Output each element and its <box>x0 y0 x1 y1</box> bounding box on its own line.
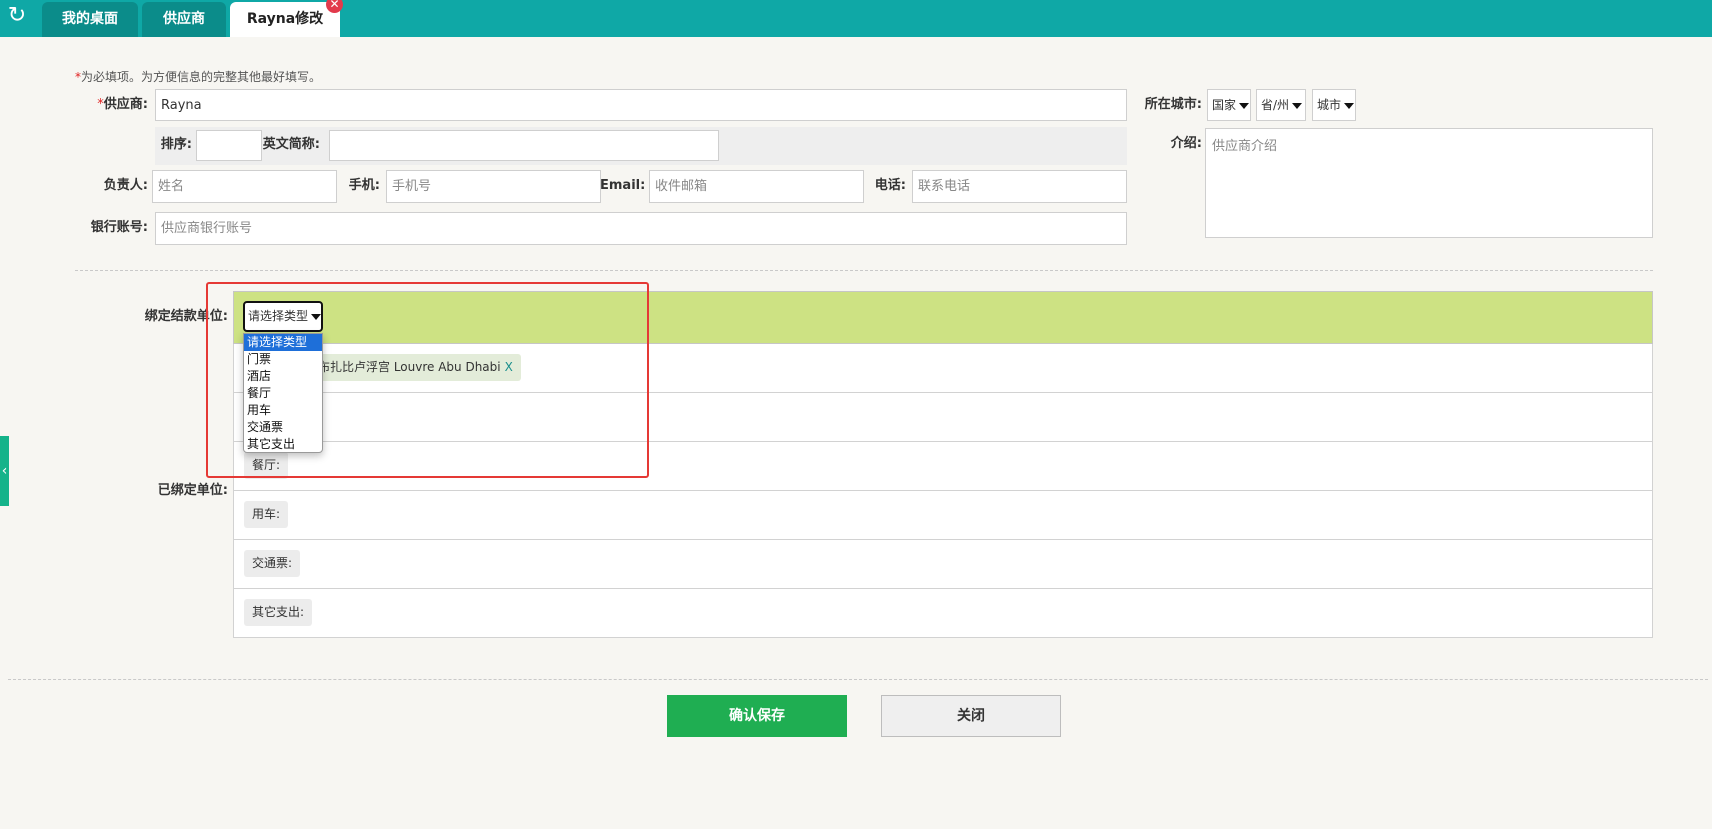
section-divider <box>75 270 1653 271</box>
category-pill-other: 其它支出: <box>244 599 313 626</box>
sort-input[interactable] <box>196 130 262 161</box>
bound-row-transport <box>233 540 1653 589</box>
intro-textarea[interactable] <box>1205 128 1653 238</box>
email-label: Email: <box>600 178 646 193</box>
supplier-label-text: 供应商: <box>103 97 148 112</box>
chevron-down-icon <box>1344 102 1355 109</box>
chevron-down-icon <box>1292 102 1303 109</box>
footer-divider <box>8 679 1708 680</box>
phone-label: 电话: <box>874 178 906 193</box>
province-select-value: 省/州 <box>1261 98 1290 112</box>
close-button[interactable]: 关闭 <box>881 695 1061 737</box>
province-select[interactable]: 省/州 <box>1256 89 1306 121</box>
supplier-label: *供应商: <box>60 89 148 121</box>
save-button[interactable]: 确认保存 <box>667 695 847 737</box>
email-input[interactable] <box>649 170 864 203</box>
city-select-value: 城市 <box>1317 98 1342 112</box>
required-hint: *为必填项。为方便信息的完整其他最好填写。 <box>75 68 321 85</box>
phone-input[interactable] <box>912 170 1127 203</box>
bank-label: 银行账号: <box>90 220 148 235</box>
chevron-left-icon: ‹ <box>1 463 8 479</box>
highlight-box <box>206 282 649 478</box>
mobile-label: 手机: <box>348 178 380 193</box>
category-pill-car: 用车: <box>244 501 289 528</box>
tab-supplier[interactable]: 供应商 <box>142 2 226 37</box>
chevron-down-icon <box>1239 102 1250 109</box>
contact-name-input[interactable] <box>152 170 337 203</box>
sort-label: 排序: <box>160 137 192 152</box>
tab-my-desktop[interactable]: 我的桌面 <box>42 2 138 37</box>
bank-account-input[interactable] <box>155 212 1127 245</box>
required-hint-text: 为必填项。为方便信息的完整其他最好填写。 <box>81 70 322 84</box>
refresh-icon[interactable]: ↻ <box>0 0 34 34</box>
intro-label: 介绍: <box>1170 136 1202 151</box>
tab-rayna-edit[interactable]: Rayna修改 <box>230 2 340 37</box>
en-short-label: 英文简称: <box>262 137 320 152</box>
supplier-name-input[interactable] <box>155 89 1127 121</box>
en-short-input[interactable] <box>329 130 719 161</box>
side-collapse-handle[interactable]: ‹ <box>0 436 9 506</box>
contact-label: 负责人: <box>103 178 148 193</box>
city-select[interactable]: 城市 <box>1312 89 1356 121</box>
country-select-value: 国家 <box>1212 98 1237 112</box>
bound-row-other <box>233 589 1653 638</box>
bound-unit-label: 已绑定单位: <box>157 483 228 498</box>
mobile-input[interactable] <box>386 170 601 203</box>
bound-row-car <box>233 491 1653 540</box>
category-pill-transport: 交通票: <box>244 550 301 577</box>
city-label: 所在城市: <box>1144 97 1202 112</box>
country-select[interactable]: 国家 <box>1207 89 1251 121</box>
